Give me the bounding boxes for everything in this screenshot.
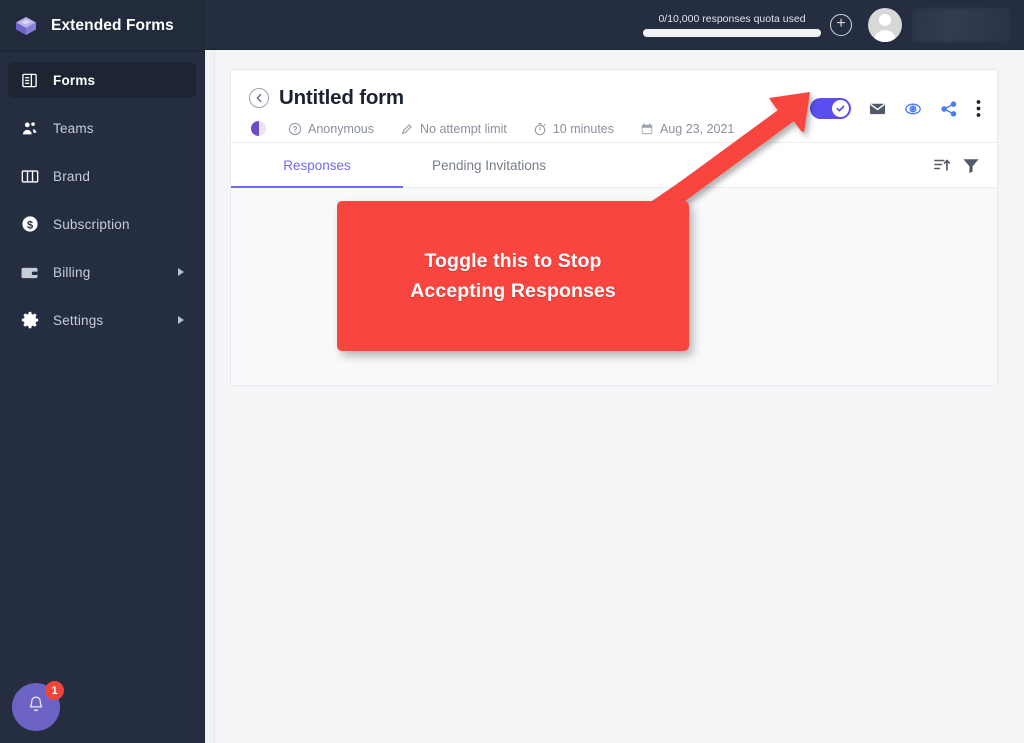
main-content: Untitled form Anonymous: [215, 50, 1024, 743]
billing-icon: [20, 263, 39, 282]
meta-attempt-limit: No attempt limit: [400, 122, 507, 136]
sidebar-item-label: Subscription: [53, 217, 130, 232]
teams-icon: [20, 119, 39, 138]
form-tabs: Responses Pending Invitations: [231, 142, 997, 188]
notifications-button[interactable]: 1: [12, 683, 60, 731]
topbar: 0/10,000 responses quota used +: [205, 0, 1024, 50]
meta-label: Aug 23, 2021: [660, 122, 734, 136]
filter-button[interactable]: [962, 157, 980, 174]
more-options-button[interactable]: [976, 99, 981, 118]
quota-progress-bar[interactable]: [643, 29, 821, 37]
sidebar-nav: Forms Teams: [0, 52, 204, 338]
forms-icon: [20, 71, 39, 90]
annotation-callout: Toggle this to Stop Accepting Responses: [337, 201, 689, 351]
chevron-right-icon: [178, 268, 184, 276]
meta-label: No attempt limit: [420, 122, 507, 136]
brand-header: Extended Forms: [0, 0, 204, 52]
meta-label: 10 minutes: [553, 122, 614, 136]
bell-icon: [26, 694, 46, 720]
add-form-button[interactable]: +: [830, 14, 852, 36]
sort-button[interactable]: [933, 157, 951, 173]
sidebar-item-forms[interactable]: Forms: [8, 62, 196, 98]
theme-color-dot: [251, 121, 266, 136]
toggle-knob-check-icon: [832, 100, 849, 117]
tab-label: Responses: [283, 158, 351, 173]
page-title: Untitled form: [279, 86, 404, 110]
annotation-text: Toggle this to Stop Accepting Responses: [410, 246, 616, 306]
preview-form-button[interactable]: [904, 100, 922, 118]
sidebar-item-brand[interactable]: Brand: [8, 158, 196, 194]
accepting-responses-toggle[interactable]: [810, 98, 851, 119]
sidebar: Extended Forms Forms: [0, 0, 205, 743]
tab-label: Pending Invitations: [432, 158, 546, 173]
back-button[interactable]: [249, 88, 269, 108]
subscription-icon: $: [20, 215, 39, 234]
user-name-redacted[interactable]: [912, 8, 1010, 42]
sidebar-item-label: Forms: [53, 73, 95, 88]
notification-badge: 1: [45, 681, 64, 700]
svg-text:$: $: [26, 219, 32, 231]
chevron-right-icon: [178, 316, 184, 324]
tab-responses[interactable]: Responses: [231, 143, 403, 187]
sidebar-scrollbar[interactable]: [205, 0, 215, 743]
quota-label: 0/10,000 responses quota used: [658, 13, 805, 25]
brand-icon: [20, 167, 39, 186]
meta-date: Aug 23, 2021: [640, 122, 734, 136]
user-avatar-icon[interactable]: [868, 8, 902, 42]
form-card-header: Untitled form Anonymous: [231, 70, 997, 136]
sidebar-item-subscription[interactable]: $ Subscription: [8, 206, 196, 242]
plus-icon: +: [836, 16, 845, 32]
tab-pending-invitations[interactable]: Pending Invitations: [403, 143, 575, 187]
meta-duration: 10 minutes: [533, 122, 614, 136]
settings-gear-icon: [20, 311, 39, 330]
sidebar-item-label: Settings: [53, 313, 103, 328]
sidebar-item-label: Teams: [53, 121, 94, 136]
quota-widget: 0/10,000 responses quota used: [642, 13, 822, 37]
sidebar-item-label: Brand: [53, 169, 90, 184]
meta-label: Anonymous: [308, 122, 374, 136]
sidebar-item-label: Billing: [53, 265, 90, 280]
form-meta-row: Anonymous No attempt limit: [249, 121, 979, 136]
tab-tools: [933, 143, 997, 187]
share-form-button[interactable]: [940, 100, 958, 118]
brand-name: Extended Forms: [51, 17, 174, 35]
sidebar-item-teams[interactable]: Teams: [8, 110, 196, 146]
meta-anonymous: Anonymous: [288, 122, 374, 136]
cube-logo-icon: [13, 13, 39, 39]
app-root: Extended Forms Forms: [0, 0, 1024, 743]
sidebar-item-billing[interactable]: Billing: [8, 254, 196, 290]
form-actions: [810, 98, 981, 119]
invite-by-email-button[interactable]: [869, 100, 886, 117]
sidebar-item-settings[interactable]: Settings: [8, 302, 196, 338]
